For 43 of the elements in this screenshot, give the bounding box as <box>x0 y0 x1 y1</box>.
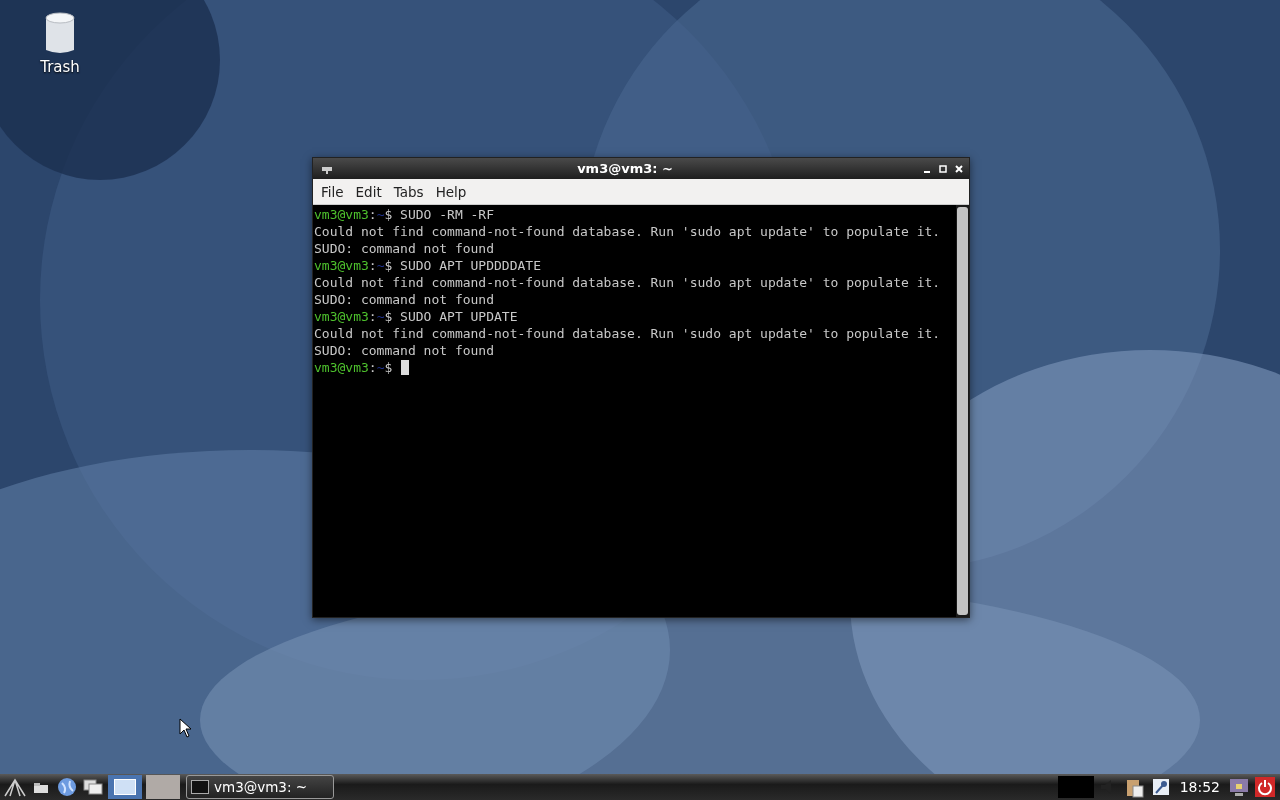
window-title: vm3@vm3: ~ <box>576 161 674 176</box>
workspace-button[interactable] <box>108 775 142 799</box>
desktop-icon-label[interactable]: Trash <box>40 58 80 76</box>
prompt-path: ~ <box>376 207 385 222</box>
maximize-icon[interactable] <box>937 162 949 175</box>
power-icon[interactable] <box>1254 776 1276 798</box>
clock[interactable]: 18:52 <box>1175 779 1224 795</box>
command-text: $ SUDO APT UPDATE <box>384 309 518 324</box>
prompt-user: vm3@vm3 <box>314 360 369 375</box>
output-text: SUDO: command not found <box>314 241 494 256</box>
command-text: $ SUDO -RM -RF <box>384 207 495 222</box>
tray-area <box>1057 776 1094 798</box>
output-text: Could not find command-not-found database. Run 'sudo apt update' to populate it. <box>314 224 941 239</box>
prompt-user: vm3@vm3 <box>314 207 369 222</box>
prompt-separator: : <box>368 360 377 375</box>
output-text: SUDO: command not found <box>314 343 494 358</box>
command-text: $ <box>384 360 393 375</box>
prompt-path: ~ <box>376 258 385 273</box>
prompt-path: ~ <box>376 360 385 375</box>
prompt-separator: : <box>368 309 377 324</box>
command-text: $ SUDO APT UPDDDDATE <box>384 258 541 273</box>
mouse-pointer-icon <box>179 718 191 738</box>
menu-item[interactable]: Edit <box>349 183 388 200</box>
output-text: Could not find command-not-found database. Run 'sudo apt update' to populate it. <box>314 275 941 290</box>
prompt-user: vm3@vm3 <box>314 258 369 273</box>
output-text: Could not find command-not-found database. Run 'sudo apt update' to populate it. <box>314 326 941 341</box>
output-text: SUDO: command not found <box>314 292 494 307</box>
close-icon[interactable] <box>953 162 965 175</box>
windows-icon[interactable] <box>82 776 104 798</box>
prompt-path: ~ <box>376 309 385 324</box>
menu-item[interactable]: Help <box>429 183 473 200</box>
trash-can-icon[interactable] <box>44 12 76 54</box>
menu-item[interactable]: File <box>315 183 350 200</box>
lock-screen-icon[interactable] <box>1228 776 1250 798</box>
menu-item[interactable]: Tabs <box>387 183 430 200</box>
globe-icon[interactable] <box>56 776 78 798</box>
task-button[interactable]: vm3@vm3: ~ <box>186 775 334 799</box>
prompt-user: vm3@vm3 <box>314 309 369 324</box>
prompt-separator: : <box>368 258 377 273</box>
bird-logo-icon[interactable] <box>4 776 26 798</box>
terminal-icon <box>191 780 209 794</box>
scrollbar[interactable] <box>956 205 969 617</box>
prompt-separator: : <box>368 207 377 222</box>
